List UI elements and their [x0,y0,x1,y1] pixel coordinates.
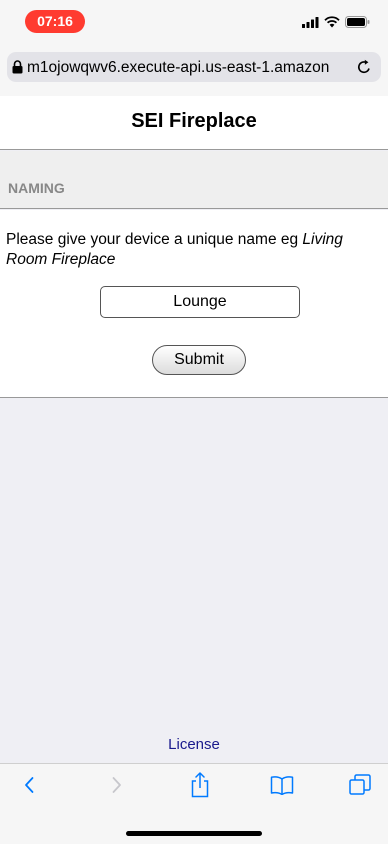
url-text[interactable]: m1ojowqwv6.execute-api.us-east-1.amazon [27,58,352,78]
share-icon [191,772,209,798]
status-time: 07:16 [25,10,85,33]
browser-top-chrome: 07:16 m1ojowqwv6.execute-api.us-east-1.a… [0,0,388,96]
back-button[interactable] [9,770,49,800]
cellular-signal-icon [302,16,319,28]
lock-icon [12,60,23,74]
page-title: SEI Fireplace [131,110,257,132]
home-indicator[interactable] [126,831,262,836]
wifi-icon [324,16,340,28]
instructions-text: Please give your device a unique name eg… [6,230,384,270]
tabs-button[interactable] [340,770,380,800]
naming-form: Please give your device a unique name eg… [0,210,388,398]
share-button[interactable] [180,770,220,800]
forward-icon [112,777,121,793]
page-header: SEI Fireplace [0,96,388,150]
back-icon [25,777,34,793]
address-bar[interactable]: m1ojowqwv6.execute-api.us-east-1.amazon [7,52,381,82]
status-bar: 07:16 [0,0,388,44]
browser-toolbar [0,763,388,844]
forward-button[interactable] [97,770,137,800]
battery-icon [345,16,370,28]
section-header: NAMING [0,151,388,209]
license-link[interactable]: License [0,736,388,753]
tabs-icon [349,774,371,795]
instructions-prefix: Please give your device a unique name eg [6,231,303,248]
reload-icon[interactable] [356,59,372,75]
device-name-input[interactable] [100,286,300,318]
submit-button[interactable]: Submit [152,345,246,375]
section-label: NAMING [8,180,65,196]
bookmarks-button[interactable] [262,770,302,800]
bookmarks-icon [270,776,294,795]
status-icons [302,15,370,29]
